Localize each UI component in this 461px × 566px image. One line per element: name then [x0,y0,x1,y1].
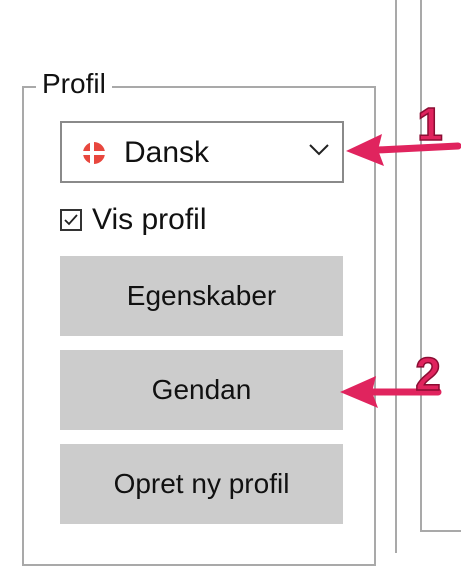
panel-divider-bottom [420,530,461,532]
language-dropdown[interactable]: Dansk [60,121,344,183]
chevron-down-icon [309,144,329,156]
properties-button[interactable]: Egenskaber [60,256,343,336]
show-profile-checkbox-row[interactable]: Vis profil [60,200,207,240]
show-profile-label: Vis profil [92,203,207,236]
panel-divider-left [395,0,397,553]
profile-group-title: Profil [36,66,112,102]
restore-button[interactable]: Gendan [60,350,343,430]
show-profile-checkbox[interactable] [60,209,82,231]
language-dropdown-value: Dansk [124,136,210,169]
new-profile-button[interactable]: Opret ny profil [60,444,343,524]
denmark-flag-icon [83,142,105,164]
panel-divider-right [420,0,422,532]
checkmark-icon [64,214,78,226]
